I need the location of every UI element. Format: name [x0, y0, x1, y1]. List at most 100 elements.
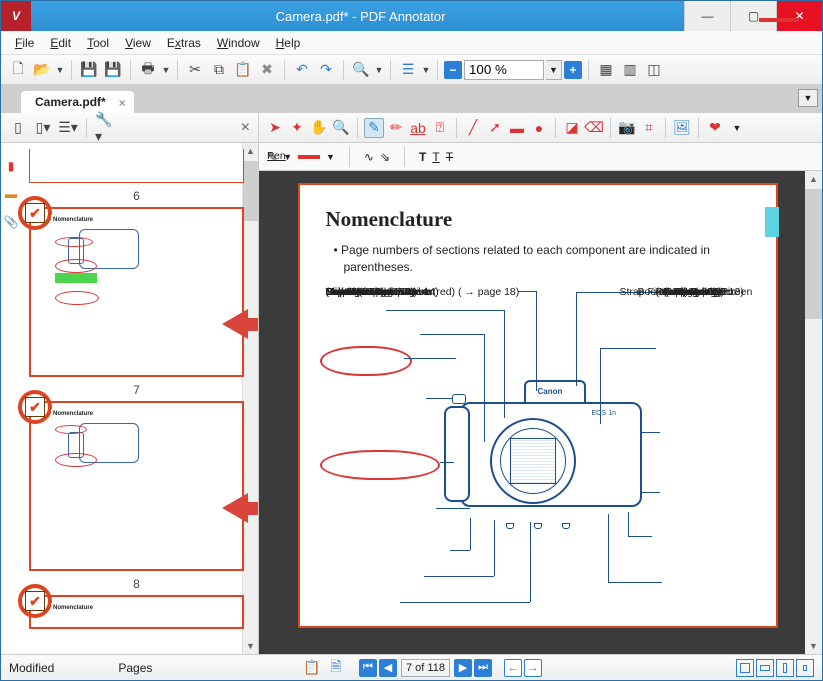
nav-forward-button[interactable]: →: [524, 659, 542, 677]
paste-icon[interactable]: 📋: [232, 59, 254, 81]
scroll-down-icon[interactable]: ▼: [805, 638, 822, 654]
sidebar-scrollbar[interactable]: ▲ ▼: [242, 143, 258, 654]
thumb-checkbox[interactable]: [25, 591, 45, 611]
find-icon[interactable]: 🔍: [350, 59, 372, 81]
page-thumbnail[interactable]: Nomenclature: [29, 401, 244, 571]
text-strike-icon[interactable]: T: [446, 150, 453, 164]
fit-width-icon[interactable]: ▥: [619, 59, 641, 81]
zoom-in-button[interactable]: +: [564, 61, 582, 79]
viewport-scrollbar[interactable]: ▲ ▼: [805, 171, 822, 654]
curve-style-icon[interactable]: ∿: [364, 150, 374, 164]
page-options-icon[interactable]: ▯▾: [32, 117, 54, 139]
print-dropdown-icon[interactable]: ▼: [161, 59, 171, 81]
first-page-button[interactable]: ⏮: [359, 659, 377, 677]
rectangle-tool-icon[interactable]: ▬: [507, 118, 527, 138]
stamp-tool-icon[interactable]: ⍰: [430, 118, 450, 138]
close-window-button[interactable]: ✕: [776, 1, 822, 31]
copy-icon[interactable]: ⧉: [208, 59, 230, 81]
redo-icon[interactable]: ↷: [315, 59, 337, 81]
find-dropdown-icon[interactable]: ▼: [374, 59, 384, 81]
fit-page-icon[interactable]: ▦: [595, 59, 617, 81]
thumb-title: Nomenclature: [51, 409, 236, 419]
nav-back-button[interactable]: ←: [504, 659, 522, 677]
menu-help[interactable]: Help: [270, 34, 307, 52]
page-thumbnail[interactable]: Nomenclature: [29, 207, 244, 377]
ellipse-tool-icon[interactable]: ●: [529, 118, 549, 138]
favorites-dropdown-icon[interactable]: ▼: [727, 118, 747, 138]
delete-icon[interactable]: ✖: [256, 59, 278, 81]
new-doc-icon[interactable]: 🗋: [7, 59, 29, 81]
menu-window[interactable]: Window: [211, 34, 266, 52]
lasso-tool-icon[interactable]: ✦: [287, 118, 307, 138]
page-thumbnail[interactable]: Nomenclature: [29, 595, 244, 629]
menu-file[interactable]: File: [9, 34, 40, 52]
crop-tool-icon[interactable]: ⌗: [639, 118, 659, 138]
arrow-tool-icon[interactable]: ➚: [485, 118, 505, 138]
scroll-down-icon[interactable]: ▼: [243, 638, 258, 654]
line-tool-icon[interactable]: ╱: [463, 118, 483, 138]
image-tool-icon[interactable]: 🖼: [672, 118, 692, 138]
pointer-tool-icon[interactable]: ➤: [265, 118, 285, 138]
document-tab[interactable]: Camera.pdf* ×: [21, 91, 134, 113]
two-page-icon[interactable]: ◫: [643, 59, 665, 81]
book-view-icon[interactable]: [796, 659, 814, 677]
sidebar-close-icon[interactable]: ×: [241, 119, 250, 137]
open-icon[interactable]: 📂: [31, 59, 53, 81]
save-icon[interactable]: 💾: [78, 59, 100, 81]
settings-icon[interactable]: 🔧▾: [94, 117, 116, 139]
pen-tool-icon[interactable]: ✎: [364, 118, 384, 138]
menu-view[interactable]: View: [119, 34, 157, 52]
undo-icon[interactable]: ↶: [291, 59, 313, 81]
thumbnails-icon[interactable]: ☰▾: [57, 117, 79, 139]
zoom-out-button[interactable]: −: [444, 61, 462, 79]
save-as-icon[interactable]: 💾: [102, 59, 124, 81]
menu-extras[interactable]: Extras: [161, 34, 207, 52]
page-number-display[interactable]: 7 of 118: [401, 659, 450, 677]
maximize-button[interactable]: ▢: [730, 1, 776, 31]
menu-edit[interactable]: Edit: [44, 34, 77, 52]
pan-tool-icon[interactable]: ✋: [309, 118, 329, 138]
scroll-handle[interactable]: [805, 189, 822, 319]
thumb-red-circle: [55, 237, 93, 247]
tab-overflow-button[interactable]: ▼: [798, 89, 818, 107]
scroll-up-icon[interactable]: ▲: [243, 143, 258, 159]
stroke-width-swatch[interactable]: [298, 155, 320, 159]
menu-tool[interactable]: Tool: [81, 34, 115, 52]
single-page-view-icon[interactable]: [736, 659, 754, 677]
eraser-tool-icon[interactable]: ◪: [562, 118, 582, 138]
cut-icon[interactable]: ✂: [184, 59, 206, 81]
page-thumbnail[interactable]: [29, 149, 244, 183]
prev-page-button[interactable]: ◀: [379, 659, 397, 677]
thumb-checkbox[interactable]: [25, 203, 45, 223]
zoom-input[interactable]: [464, 60, 544, 80]
list-dropdown-icon[interactable]: ▼: [421, 59, 431, 81]
zoom-dropdown-icon[interactable]: ▼: [546, 60, 562, 80]
print-icon[interactable]: 🖶: [137, 59, 159, 81]
zoom-tool-icon[interactable]: 🔍: [331, 118, 351, 138]
favorites-icon[interactable]: ❤: [705, 118, 725, 138]
thumb-checkbox[interactable]: [25, 397, 45, 417]
tab-close-icon[interactable]: ×: [119, 96, 126, 110]
minimize-button[interactable]: —: [684, 1, 730, 31]
list-icon[interactable]: ☰: [397, 59, 419, 81]
text-bold-icon[interactable]: T: [419, 150, 426, 164]
two-page-view-icon[interactable]: [776, 659, 794, 677]
last-page-button[interactable]: ⏭: [474, 659, 492, 677]
continuous-view-icon[interactable]: [756, 659, 774, 677]
document-viewport[interactable]: ▲ ▼ Nomenclature Page numbers of section…: [259, 171, 822, 654]
line-style-icon[interactable]: ⇘: [380, 150, 390, 164]
text-underline-icon[interactable]: T: [432, 150, 439, 164]
tool-name-label: Pen: [267, 150, 286, 162]
scroll-up-icon[interactable]: ▲: [805, 171, 822, 187]
clipboard-icon[interactable]: 📋: [301, 657, 323, 679]
width-dropdown-icon[interactable]: ▼: [326, 152, 335, 162]
single-page-icon[interactable]: ▯: [7, 117, 29, 139]
export-icon[interactable]: 🗎: [325, 657, 347, 679]
open-dropdown-icon[interactable]: ▼: [55, 59, 65, 81]
marker-tool-icon[interactable]: ✏: [386, 118, 406, 138]
scroll-handle[interactable]: [243, 161, 258, 221]
text-tool-icon[interactable]: ab: [408, 118, 428, 138]
next-page-button[interactable]: ▶: [454, 659, 472, 677]
erase-all-icon[interactable]: ⌫: [584, 118, 604, 138]
snapshot-tool-icon[interactable]: 📷: [617, 118, 637, 138]
